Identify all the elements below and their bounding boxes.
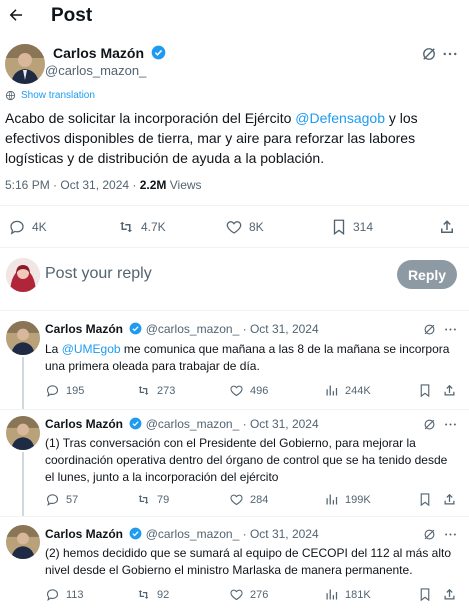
bookmark-icon[interactable]	[418, 383, 432, 398]
reply-action[interactable]: 57	[45, 492, 78, 507]
show-translation-label[interactable]: Show translation	[21, 90, 95, 101]
reply-author-name[interactable]: Carlos Mazón	[45, 527, 123, 541]
reply-button[interactable]: Reply	[397, 260, 457, 289]
views-action[interactable]: 181K	[324, 587, 371, 602]
heart-icon	[230, 494, 243, 506]
grok-icon[interactable]	[422, 417, 437, 432]
reply-date[interactable]: · Oct 31, 2024	[243, 527, 319, 541]
reply-icon	[46, 385, 59, 397]
reply-author-name[interactable]: Carlos Mazón	[45, 417, 123, 431]
like-action[interactable]: 496	[229, 383, 268, 398]
reply-text: (2) hemos decidido que se sumará al equi…	[45, 546, 452, 577]
share-icon[interactable]	[438, 218, 456, 236]
views-count: 2.2M	[139, 178, 167, 192]
views-chart-icon	[326, 494, 338, 505]
repost-action[interactable]: 92	[136, 587, 169, 602]
show-translation-link[interactable]: Show translation	[5, 90, 95, 101]
reply-action[interactable]: 4K	[8, 218, 47, 236]
bookmark-icon[interactable]	[418, 492, 432, 507]
mention-link[interactable]: @UMEgob	[62, 342, 121, 356]
post-timestamp[interactable]: 5:16 PM · Oct 31, 2024 ·	[5, 178, 140, 192]
reply-text: (1) Tras conversación con el Presidente …	[45, 436, 448, 484]
mention-link[interactable]: @Defensagob	[295, 110, 385, 126]
bookmark-icon	[333, 219, 345, 236]
reply-action[interactable]: 113	[45, 587, 84, 602]
heart-icon	[230, 589, 243, 601]
share-icon[interactable]	[442, 492, 457, 507]
reply-header: Carlos Mazón @carlos_mazon_ · Oct 31, 20…	[45, 417, 319, 431]
post-text: Acabo de solicitar la incorporación del …	[5, 110, 418, 166]
page-title: Post	[51, 5, 93, 26]
repost-icon	[138, 386, 149, 395]
like-action[interactable]: 276	[229, 587, 268, 602]
post-meta: 5:16 PM · Oct 31, 2024 · 2.2M Views	[5, 178, 202, 192]
grok-icon[interactable]	[422, 527, 437, 542]
repost-action[interactable]: 273	[136, 383, 175, 398]
reply-author-name[interactable]: Carlos Mazón	[45, 322, 123, 336]
share-icon[interactable]	[442, 587, 457, 602]
reply-avatar[interactable]	[6, 525, 40, 559]
verified-badge-icon	[151, 45, 166, 60]
more-options-icon[interactable]	[441, 45, 459, 63]
bookmark-action[interactable]: 314	[331, 218, 373, 236]
repost-action[interactable]: 79	[136, 492, 169, 507]
repost-icon	[138, 495, 149, 504]
bookmark-icon[interactable]	[418, 587, 432, 602]
reply-handle[interactable]: @carlos_mazon_	[146, 527, 240, 541]
reply-header: Carlos Mazón @carlos_mazon_ · Oct 31, 20…	[45, 322, 319, 336]
author-handle[interactable]: @carlos_mazon_	[45, 63, 146, 78]
heart-icon	[226, 221, 242, 234]
back-arrow-icon[interactable]	[7, 6, 25, 24]
reply-icon	[10, 220, 24, 235]
repost-icon	[138, 590, 149, 599]
verified-badge-icon	[129, 322, 142, 335]
views-action[interactable]: 199K	[324, 492, 371, 507]
reply-date[interactable]: · Oct 31, 2024	[243, 417, 319, 431]
author-name-row[interactable]: Carlos Mazón	[53, 45, 166, 61]
globe-icon	[5, 90, 16, 101]
reply-avatar[interactable]	[6, 321, 40, 355]
more-options-icon[interactable]	[443, 417, 458, 432]
like-action[interactable]: 284	[229, 492, 268, 507]
grok-icon[interactable]	[422, 322, 437, 337]
views-action[interactable]: 244K	[324, 383, 371, 398]
more-options-icon[interactable]	[443, 527, 458, 542]
reply-action[interactable]: 195	[45, 383, 84, 398]
reply-text: La @UMEgob me comunica que mañana a las …	[45, 342, 450, 373]
share-icon[interactable]	[442, 383, 457, 398]
verified-badge-icon	[129, 527, 142, 540]
author-name[interactable]: Carlos Mazón	[53, 45, 144, 61]
author-avatar[interactable]	[5, 44, 45, 84]
verified-badge-icon	[129, 417, 142, 430]
repost-action[interactable]: 4.7K	[117, 218, 166, 236]
grok-icon[interactable]	[420, 45, 438, 63]
reply-handle[interactable]: @carlos_mazon_	[146, 417, 240, 431]
reply-input[interactable]: Post your reply	[45, 265, 152, 283]
views-chart-icon	[326, 385, 338, 396]
reply-date[interactable]: · Oct 31, 2024	[243, 322, 319, 336]
views-label: Views	[166, 178, 202, 192]
reply-avatar[interactable]	[6, 416, 40, 450]
user-avatar[interactable]	[6, 258, 40, 292]
reply-icon	[46, 494, 59, 506]
repost-icon	[120, 221, 132, 233]
more-options-icon[interactable]	[443, 322, 458, 337]
reply-header: Carlos Mazón @carlos_mazon_ · Oct 31, 20…	[45, 527, 319, 541]
like-action[interactable]: 8K	[225, 218, 264, 236]
reply-icon	[46, 589, 59, 601]
views-chart-icon	[326, 589, 338, 600]
heart-icon	[230, 385, 243, 397]
reply-handle[interactable]: @carlos_mazon_	[146, 322, 240, 336]
